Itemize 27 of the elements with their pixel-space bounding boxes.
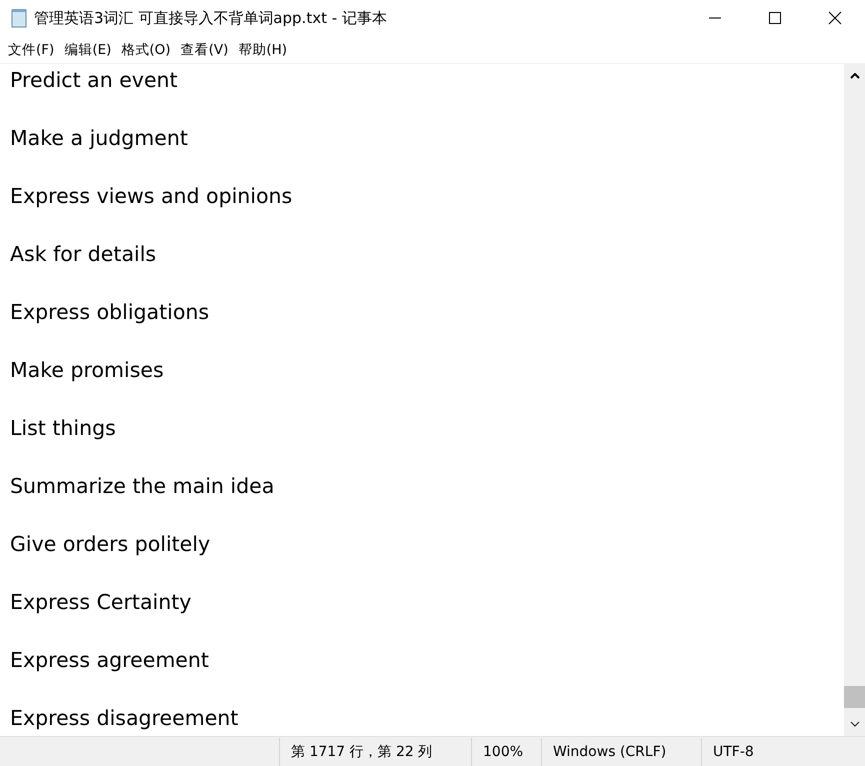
text-line: Make promises [10, 357, 165, 384]
text-line: Ask for details [10, 241, 158, 268]
text-line: Express Certainty [10, 589, 192, 616]
status-text: UTF-8 [701, 738, 846, 766]
menu-item[interactable]: 编辑(E) [60, 38, 116, 60]
text-line: Express views and opinions [10, 183, 294, 210]
scrollbar[interactable] [844, 64, 865, 736]
notepad-icon [10, 8, 28, 28]
text-line: Express disagreement [10, 705, 240, 732]
text-line: Express obligations [10, 299, 210, 326]
status-text: 100% [471, 738, 541, 766]
menu-item[interactable]: 文件(F) [4, 38, 58, 60]
maximize-icon [769, 12, 781, 24]
close-icon [828, 11, 842, 25]
text-line: Express agreement [10, 647, 210, 674]
text-line: List things [10, 415, 117, 442]
text-line: Predict an event [10, 67, 179, 94]
menu-item[interactable]: 格式(O) [117, 38, 175, 60]
text-line: Give orders politely [10, 531, 212, 558]
scroll-thumb[interactable] [844, 686, 865, 708]
status-text: 第 1717 行，第 22 列 [279, 738, 471, 766]
text-line: Make a judgment [10, 125, 189, 152]
menu-item[interactable]: 帮助(H) [234, 38, 292, 60]
menu-item[interactable]: 查看(V) [176, 38, 232, 60]
window-title: 管理英语3词汇 可直接导入不背单词app.txt - 记事本 [34, 8, 388, 28]
text-line: Summarize the main idea [10, 473, 276, 500]
status-text: Windows (CRLF) [541, 738, 701, 766]
